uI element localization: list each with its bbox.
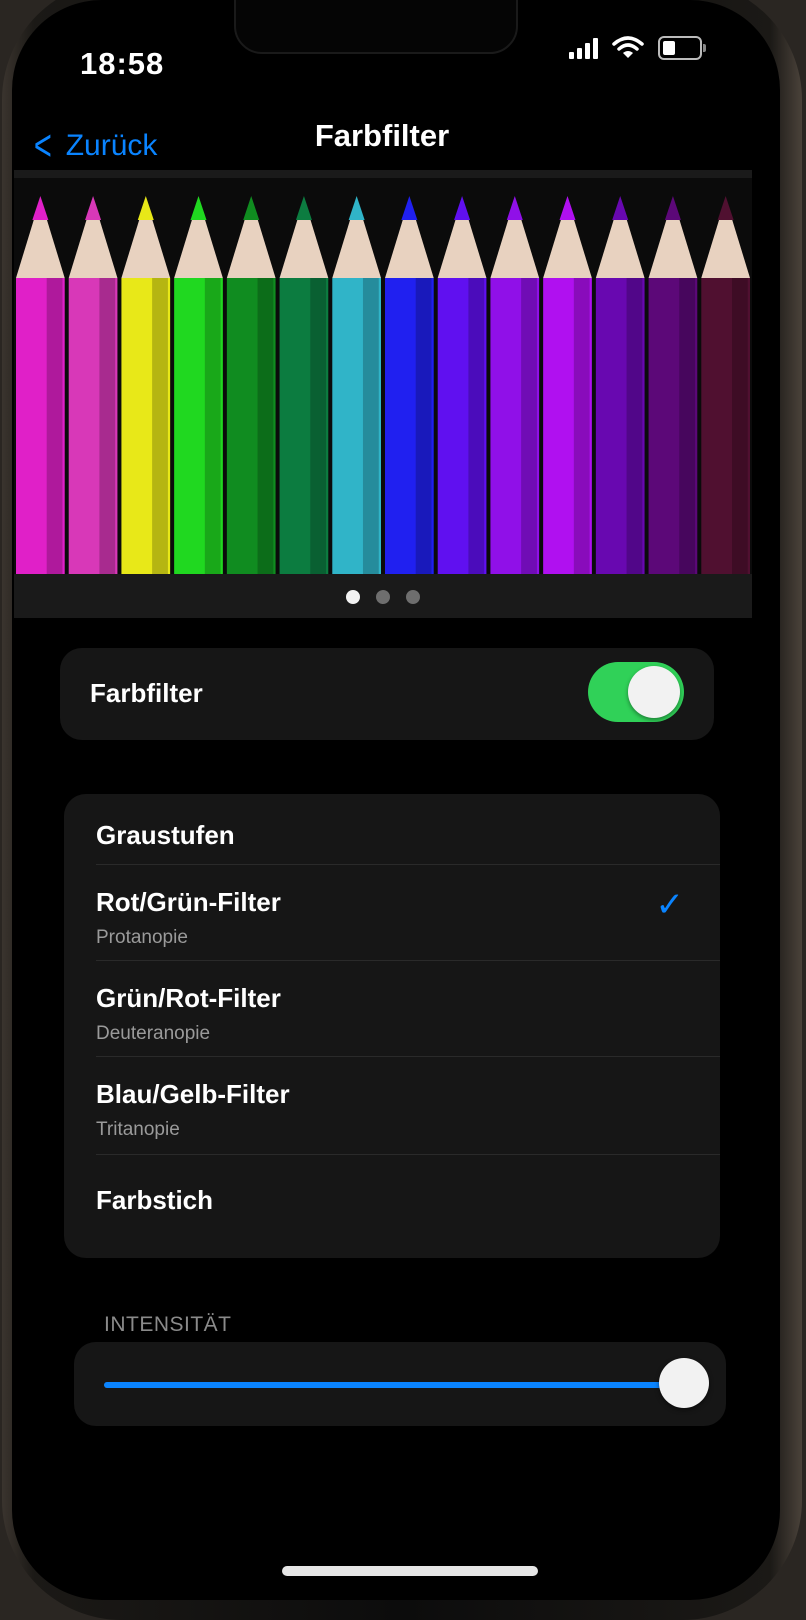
option-title: Farbstich	[96, 1185, 214, 1215]
option-title: Grün/Rot-Filter	[96, 983, 281, 1013]
pencil	[437, 196, 487, 574]
option-subtitle: Protanopie	[96, 927, 188, 948]
battery-icon	[658, 36, 706, 60]
pencil	[648, 196, 698, 574]
page-dot[interactable]	[376, 590, 390, 604]
intensity-slider-fill	[104, 1382, 685, 1388]
pencil	[226, 196, 276, 574]
option-rot-gruen[interactable]: Rot/Grün-Filter Protanopie ✓	[64, 865, 720, 960]
status-time: 18:58	[80, 46, 165, 81]
intensity-slider-row	[74, 1342, 726, 1426]
pencil	[68, 196, 118, 574]
intensity-slider-thumb[interactable]	[659, 1358, 710, 1408]
page-title: Farbfilter	[314, 118, 450, 153]
pencil	[595, 196, 645, 574]
color-filter-switch[interactable]	[588, 662, 684, 722]
intensity-slider-track[interactable]	[104, 1382, 690, 1388]
checkmark-icon: ✓	[655, 886, 685, 924]
intensity-header: INTENSITÄT	[104, 1313, 232, 1336]
option-gruen-rot[interactable]: Grün/Rot-Filter Deuteranopie	[64, 961, 720, 1056]
option-blau-gelb[interactable]: Blau/Gelb-Filter Tritanopie	[64, 1057, 720, 1154]
toggle-label: Farbfilter	[90, 678, 203, 708]
page-dot[interactable]	[346, 590, 360, 604]
pencil	[121, 196, 171, 574]
filter-options-list: Graustufen Rot/Grün-Filter Protanopie ✓ …	[64, 794, 720, 1258]
pencil	[385, 196, 434, 574]
pencil	[543, 196, 592, 574]
option-title: Graustufen	[96, 820, 235, 850]
option-farbstich[interactable]: Farbstich	[64, 1155, 720, 1255]
pencil	[16, 196, 65, 574]
option-subtitle: Deuteranopie	[96, 1023, 211, 1044]
pencil	[332, 196, 381, 574]
cellular-signal-icon	[569, 37, 598, 59]
screen: 18:58 < Zurück Farbfilter Farbfilter Gra…	[12, 0, 780, 1600]
page-indicator[interactable]	[14, 590, 752, 604]
home-indicator[interactable]	[282, 1566, 538, 1576]
switch-knob	[628, 666, 680, 718]
status-icons	[569, 36, 706, 60]
option-subtitle: Tritanopie	[96, 1119, 180, 1140]
option-title: Rot/Grün-Filter	[96, 887, 281, 917]
wifi-icon	[612, 36, 644, 58]
pencil	[701, 196, 750, 574]
notch	[234, 0, 518, 54]
colored-pencils-image	[14, 178, 752, 574]
color-filter-toggle-row: Farbfilter	[60, 648, 714, 740]
pencil	[174, 196, 223, 574]
color-preview-carousel[interactable]	[14, 170, 752, 618]
option-graustufen[interactable]: Graustufen	[64, 794, 720, 864]
pencil	[490, 196, 540, 574]
page-dot[interactable]	[406, 590, 420, 604]
pencil	[279, 196, 329, 574]
option-title: Blau/Gelb-Filter	[96, 1079, 290, 1109]
